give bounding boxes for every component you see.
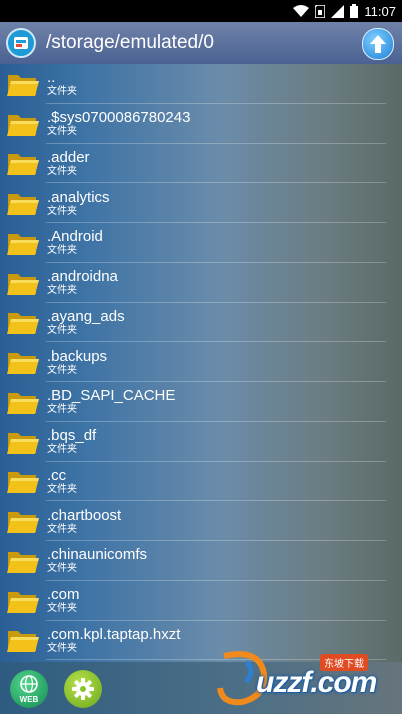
file-type: 文件夹 — [47, 245, 77, 257]
file-manager-app-icon[interactable] — [6, 28, 36, 58]
status-time: 11:07 — [364, 3, 396, 19]
file-list-item[interactable]: .analytics 文件夹 — [0, 183, 402, 223]
folder-icon — [7, 353, 39, 375]
file-text: .com.kpl.taptap.hxzt 文件夹 — [47, 626, 180, 655]
file-list-item[interactable]: .$sys0700086780243 文件夹 — [0, 104, 402, 144]
file-name: .backups — [47, 347, 108, 365]
file-name: .bqs_df — [47, 427, 97, 445]
folder-icon — [7, 313, 39, 335]
file-text: .$sys0700086780243 文件夹 — [47, 109, 190, 138]
file-name: .androidna — [47, 268, 118, 286]
file-list-item[interactable]: .chartboost 文件夹 — [0, 501, 402, 541]
file-list-item[interactable]: .chinaunicomfs 文件夹 — [0, 541, 402, 581]
file-name: .BD_SAPI_CACHE — [47, 387, 176, 405]
folder-icon — [7, 392, 39, 414]
current-path: /storage/emulated/0 — [46, 32, 214, 53]
file-type: 文件夹 — [47, 205, 77, 217]
file-type: 文件夹 — [47, 603, 77, 615]
file-list-item[interactable]: .. 文件夹 — [0, 64, 402, 104]
folder-icon — [7, 154, 39, 176]
settings-button[interactable] — [64, 670, 102, 708]
file-name: .analytics — [47, 188, 110, 206]
wifi-icon — [293, 5, 310, 17]
file-type: 文件夹 — [47, 126, 77, 138]
file-type: 文件夹 — [47, 324, 77, 336]
folder-icon — [7, 273, 39, 295]
file-list: .. 文件夹 .$sys0700086780243 文件夹 .adder 文件夹 .anal… — [0, 64, 402, 662]
file-list-item[interactable]: .adder 文件夹 — [0, 144, 402, 184]
file-text: .analytics 文件夹 — [47, 189, 110, 218]
globe-icon — [20, 675, 38, 693]
file-type: 文件夹 — [47, 523, 77, 535]
file-name: .Android — [47, 228, 103, 246]
gear-icon — [72, 678, 94, 700]
file-text: .androidna 文件夹 — [47, 268, 118, 297]
folder-icon — [7, 631, 39, 653]
file-text: .backups 文件夹 — [47, 348, 107, 377]
folder-icon — [7, 551, 39, 573]
arrow-up-icon — [370, 35, 386, 53]
file-name: .chinaunicomfs — [47, 546, 148, 564]
file-text: .chartboost 文件夹 — [47, 507, 121, 536]
file-list-item[interactable]: .bqs_df 文件夹 — [0, 422, 402, 462]
title-bar: /storage/emulated/0 — [0, 22, 402, 64]
file-name: .ayang_ads — [47, 307, 125, 325]
file-type: 文件夹 — [47, 86, 77, 98]
file-type: 文件夹 — [47, 165, 77, 177]
file-text: .ayang_ads 文件夹 — [47, 308, 125, 337]
parent-directory-button[interactable] — [362, 28, 394, 60]
status-bar: 11:07 — [0, 0, 402, 22]
file-text: .. 文件夹 — [47, 69, 77, 98]
web-button[interactable]: WEB — [10, 670, 48, 708]
file-name: .adder — [47, 148, 90, 166]
folder-icon — [7, 591, 39, 613]
file-text: .adder 文件夹 — [47, 149, 90, 178]
watermark-logo: 东坡下载 uzzf.com — [216, 648, 396, 710]
file-text: .chinaunicomfs 文件夹 — [47, 546, 147, 575]
signal-icon — [331, 4, 345, 18]
file-name: .com — [47, 586, 80, 604]
file-name: .com.kpl.taptap.hxzt — [47, 625, 181, 643]
file-name: .. — [47, 69, 56, 87]
file-type: 文件夹 — [47, 364, 77, 376]
file-text: .bqs_df 文件夹 — [47, 427, 96, 456]
folder-icon — [7, 194, 39, 216]
file-type: 文件夹 — [47, 563, 77, 575]
file-list-item[interactable]: .com 文件夹 — [0, 581, 402, 621]
file-type: 文件夹 — [47, 404, 77, 416]
file-text: .com 文件夹 — [47, 586, 80, 615]
file-list-item[interactable]: .cc 文件夹 — [0, 462, 402, 502]
battery-icon — [350, 4, 359, 18]
file-name: .cc — [47, 466, 67, 484]
file-text: .BD_SAPI_CACHE 文件夹 — [47, 387, 175, 416]
file-type: 文件夹 — [47, 444, 77, 456]
file-list-item[interactable]: .androidna 文件夹 — [0, 263, 402, 303]
file-list-item[interactable]: .Android 文件夹 — [0, 223, 402, 263]
watermark-brand: uzzf.com — [256, 666, 377, 699]
folder-icon — [7, 233, 39, 255]
file-list-item[interactable]: .ayang_ads 文件夹 — [0, 303, 402, 343]
file-name: .chartboost — [47, 506, 122, 524]
file-text: .cc 文件夹 — [47, 467, 77, 496]
file-list-item[interactable]: .BD_SAPI_CACHE 文件夹 — [0, 382, 402, 422]
sim-icon — [315, 4, 326, 18]
folder-icon — [7, 114, 39, 136]
web-label: WEB — [19, 695, 39, 704]
folder-icon — [7, 512, 39, 534]
file-name: .$sys0700086780243 — [47, 109, 191, 127]
file-type: 文件夹 — [47, 483, 77, 495]
folder-icon — [7, 74, 39, 96]
file-type: 文件夹 — [47, 642, 77, 654]
folder-icon — [7, 432, 39, 454]
folder-icon — [7, 472, 39, 494]
file-text: .Android 文件夹 — [47, 228, 103, 257]
file-type: 文件夹 — [47, 285, 77, 297]
file-list-item[interactable]: .backups 文件夹 — [0, 342, 402, 382]
